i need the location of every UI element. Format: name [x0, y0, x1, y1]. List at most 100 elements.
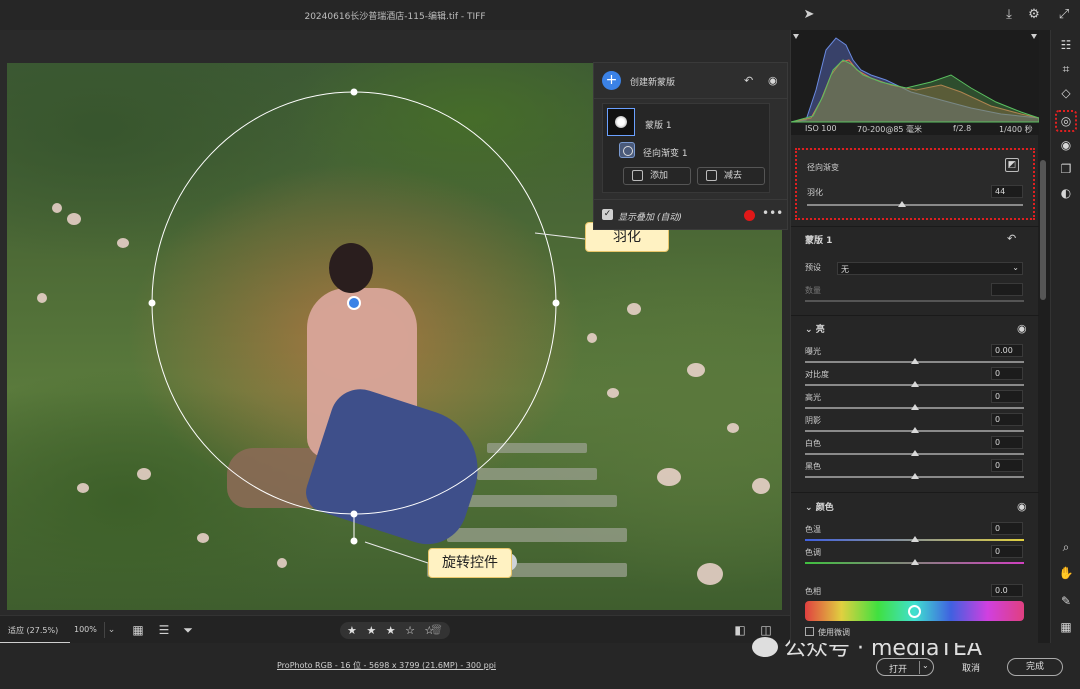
- light-slider-thumb[interactable]: [911, 358, 919, 364]
- light-slider-value[interactable]: 0: [991, 459, 1023, 472]
- eraser-icon[interactable]: ◇: [1057, 84, 1075, 102]
- tint-slider-thumb[interactable]: [911, 559, 919, 565]
- light-slider-value[interactable]: 0: [991, 436, 1023, 449]
- image-canvas[interactable]: 羽化 旋转控件 + 创建新蒙版 ↶ ◉ 蒙版 1 径向渐变 1 添加 减去 ✓ …: [0, 30, 790, 615]
- plus-icon[interactable]: +: [602, 71, 621, 90]
- eye-icon[interactable]: ◉: [1057, 136, 1075, 154]
- zoom-icon[interactable]: ⌕: [1057, 538, 1075, 556]
- preset-select[interactable]: 无 ⌄: [837, 262, 1023, 275]
- light-slider-thumb[interactable]: [911, 427, 919, 433]
- zoom-fit-button[interactable]: 适应 (27.5%): [0, 616, 70, 644]
- exif-shutter: 1/400 秒: [999, 125, 1033, 134]
- create-mask-row[interactable]: + 创建新蒙版 ↶ ◉: [594, 63, 787, 99]
- feather-slider[interactable]: [807, 204, 1023, 206]
- done-button[interactable]: 完成: [1007, 658, 1063, 676]
- color-eye-icon[interactable]: ◉: [1017, 500, 1027, 513]
- overlay-color-swatch[interactable]: [744, 210, 755, 221]
- compare-icon[interactable]: ◧: [732, 622, 748, 638]
- rotate-handle: [350, 537, 358, 545]
- hand-icon[interactable]: ✋: [1057, 564, 1075, 582]
- overlay-row: ✓ 显示叠加 (自动) •••: [594, 199, 787, 229]
- feather-slider-thumb[interactable]: [898, 201, 907, 207]
- eyedropper-icon[interactable]: ✎: [1057, 592, 1075, 610]
- hue-slider-knob[interactable]: [908, 605, 921, 618]
- cancel-button[interactable]: 取消: [962, 661, 980, 674]
- hue-label: 色相: [805, 587, 821, 596]
- mask-center-pin: [347, 296, 361, 310]
- rating-stars[interactable]: ★ ★ ★ ☆ ☆ 🗑: [340, 622, 450, 639]
- light-section-title[interactable]: ⌄ 亮: [805, 322, 825, 335]
- light-slider-thumb[interactable]: [911, 473, 919, 479]
- amount-slider[interactable]: [805, 300, 1024, 302]
- filter-icon[interactable]: ⏷: [180, 622, 196, 638]
- panel-scrollbar[interactable]: [1040, 160, 1046, 300]
- subtract-mask-icon: [706, 170, 717, 181]
- mask-icon[interactable]: ◎: [1055, 110, 1077, 132]
- wechat-icon: [752, 637, 778, 657]
- feather-label: 羽化: [807, 188, 823, 197]
- temp-value[interactable]: 0: [991, 522, 1023, 535]
- layers-icon[interactable]: ❐: [1057, 160, 1075, 178]
- mask-handle-top: [350, 88, 358, 96]
- light-slider-label: 对比度: [805, 370, 829, 379]
- crop-icon[interactable]: ⌗: [1057, 60, 1075, 78]
- edit-panel: ISO 100 70-200@85 毫米 f/2.8 1/400 秒 径向渐变 …: [790, 30, 1039, 643]
- presets-icon[interactable]: ◐: [1057, 184, 1075, 202]
- temp-slider-thumb[interactable]: [911, 536, 919, 542]
- zoom-dropdown[interactable]: ⌄: [104, 622, 118, 638]
- use-fine-adjust[interactable]: 使用微调: [805, 627, 850, 638]
- grid-icon[interactable]: ▦: [1057, 618, 1075, 636]
- mask-section-title: 蒙版 1: [805, 236, 833, 246]
- file-info-link[interactable]: ProPhoto RGB - 16 位 - 5698 x 3799 (21.6M…: [277, 660, 496, 671]
- more-options-icon[interactable]: •••: [762, 206, 783, 220]
- amount-value[interactable]: [991, 283, 1023, 296]
- sub-mask-name[interactable]: 径向渐变 1: [643, 146, 688, 159]
- light-slider-thumb[interactable]: [911, 450, 919, 456]
- feather-value[interactable]: 44: [991, 185, 1023, 198]
- exif-aperture: f/2.8: [953, 124, 972, 133]
- mask-panel: + 创建新蒙版 ↶ ◉ 蒙版 1 径向渐变 1 添加 减去 ✓ 显示叠加 (自动…: [593, 62, 788, 230]
- gear-icon[interactable]: ⚙: [1025, 6, 1043, 24]
- sort-icon[interactable]: ☰: [156, 622, 172, 638]
- amount-label: 数量: [805, 286, 821, 295]
- create-mask-label[interactable]: 创建新蒙版: [630, 75, 675, 88]
- open-dropdown-icon[interactable]: ⌄: [922, 661, 929, 670]
- mask-thumbnail[interactable]: [607, 108, 635, 136]
- light-slider-thumb[interactable]: [911, 404, 919, 410]
- expand-icon[interactable]: ⤢: [1055, 6, 1073, 24]
- histogram: [791, 30, 1039, 135]
- mask-handle-bottom: [350, 510, 358, 518]
- download-icon[interactable]: ⤓: [1000, 6, 1018, 24]
- trash-icon[interactable]: 🗑: [430, 622, 443, 639]
- light-slider-value[interactable]: 0: [991, 390, 1023, 403]
- light-eye-icon[interactable]: ◉: [1017, 322, 1027, 335]
- eye-icon[interactable]: ◉: [768, 74, 778, 87]
- filmstrip-icon[interactable]: ▦: [130, 622, 146, 638]
- overlay-checkbox[interactable]: ✓: [602, 209, 613, 220]
- add-button[interactable]: 添加: [623, 167, 691, 185]
- invert-mask-icon[interactable]: ◩: [1005, 158, 1019, 172]
- fine-adjust-checkbox[interactable]: [805, 627, 814, 636]
- undo-icon[interactable]: ↶: [744, 74, 753, 87]
- light-slider-value[interactable]: 0.00: [991, 344, 1023, 357]
- light-slider-thumb[interactable]: [911, 381, 919, 387]
- tint-value[interactable]: 0: [991, 545, 1023, 558]
- light-slider-value[interactable]: 0: [991, 367, 1023, 380]
- subtract-button[interactable]: 减去: [697, 167, 765, 185]
- color-section-title[interactable]: ⌄ 颜色: [805, 500, 834, 513]
- mask-handle-right: [552, 299, 560, 307]
- preset-label: 预设: [805, 263, 821, 272]
- temp-label: 色温: [805, 525, 821, 534]
- reset-icon[interactable]: ↶: [1007, 232, 1016, 245]
- light-slider-value[interactable]: 0: [991, 413, 1023, 426]
- zoom-100-button[interactable]: 100%: [74, 625, 97, 634]
- window-title: 20240616长沙普瑞酒店-115-编辑.tif - TIFF: [304, 12, 486, 22]
- exif-lens: 70-200@85 毫米: [857, 125, 923, 134]
- mask-handle-left: [148, 299, 156, 307]
- cursor-icon: ➤: [803, 7, 815, 22]
- exif-iso: ISO 100: [805, 124, 837, 133]
- mask-name[interactable]: 蒙版 1: [645, 118, 672, 131]
- sliders-icon[interactable]: ☷: [1057, 36, 1075, 54]
- exif-info: ISO 100 70-200@85 毫米 f/2.8 1/400 秒: [791, 122, 1039, 136]
- hue-value[interactable]: 0.0: [991, 584, 1023, 597]
